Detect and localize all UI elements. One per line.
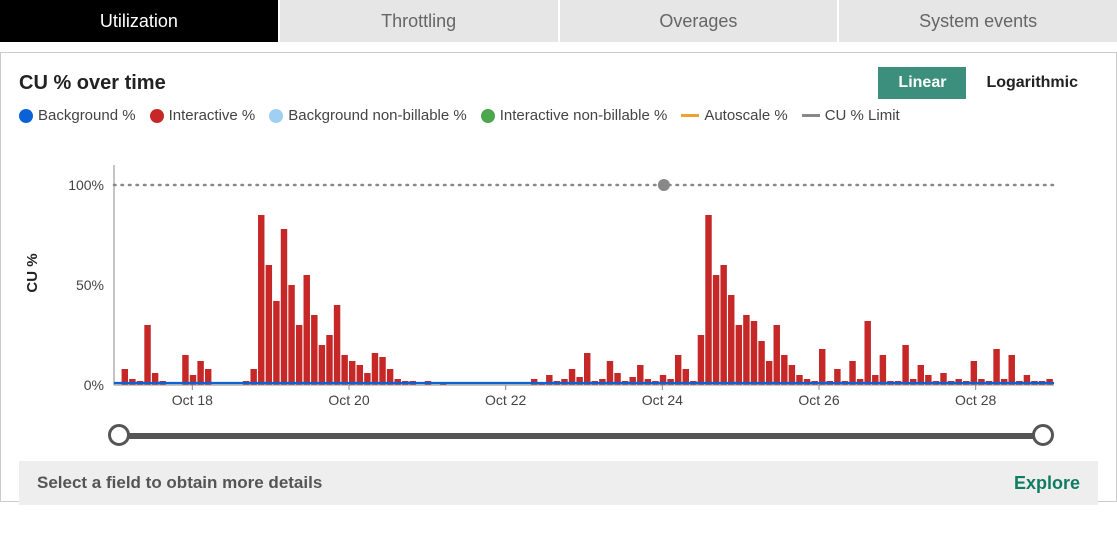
svg-text:Oct 24: Oct 24 bbox=[642, 392, 683, 408]
svg-text:Oct 18: Oct 18 bbox=[172, 392, 213, 408]
legend-swatch-icon bbox=[269, 109, 283, 123]
chart-panel: CU % over time Linear Logarithmic Backgr… bbox=[0, 52, 1117, 502]
svg-text:0%: 0% bbox=[84, 377, 104, 393]
legend-item[interactable]: Background % bbox=[19, 107, 136, 124]
legend-item[interactable]: Background non-billable % bbox=[269, 107, 466, 124]
tab-throttling[interactable]: Throttling bbox=[280, 0, 560, 42]
explore-button[interactable]: Explore bbox=[1014, 473, 1080, 494]
tab-utilization[interactable]: Utilization bbox=[0, 0, 280, 42]
svg-text:Oct 22: Oct 22 bbox=[485, 392, 526, 408]
legend: Background % Interactive % Background no… bbox=[19, 107, 1098, 124]
svg-text:100%: 100% bbox=[68, 177, 104, 193]
legend-item[interactable]: Autoscale % bbox=[681, 107, 787, 124]
legend-item[interactable]: Interactive % bbox=[150, 107, 256, 124]
legend-line-icon bbox=[802, 114, 820, 117]
chart-title: CU % over time bbox=[19, 72, 166, 95]
tab-system-events[interactable]: System events bbox=[839, 0, 1117, 42]
svg-text:50%: 50% bbox=[76, 277, 104, 293]
footer-text: Select a field to obtain more details bbox=[37, 473, 322, 493]
legend-item[interactable]: CU % Limit bbox=[802, 107, 900, 124]
tab-bar: Utilization Throttling Overages System e… bbox=[0, 0, 1117, 42]
svg-text:Oct 28: Oct 28 bbox=[955, 392, 996, 408]
chart-plot-area[interactable]: CU % 0%50%100%Oct 18Oct 20Oct 22Oct 24Oc… bbox=[19, 130, 1098, 415]
detail-footer: Select a field to obtain more details Ex… bbox=[19, 461, 1098, 505]
legend-swatch-icon bbox=[481, 109, 495, 123]
legend-item[interactable]: Interactive non-billable % bbox=[481, 107, 668, 124]
slider-handle-right[interactable] bbox=[1032, 424, 1054, 446]
legend-swatch-icon bbox=[19, 109, 33, 123]
tab-overages[interactable]: Overages bbox=[560, 0, 840, 42]
legend-swatch-icon bbox=[150, 109, 164, 123]
chart-svg: 0% 50% 100% Oct 18 Oct 20 Oct 22 Oct 24 Oct 26 O… bbox=[19, 130, 1079, 415]
slider-handle-left[interactable] bbox=[108, 424, 130, 446]
svg-text:Oct 26: Oct 26 bbox=[798, 392, 839, 408]
slider-track-line bbox=[119, 433, 1043, 439]
scale-linear-button[interactable]: Linear bbox=[878, 67, 966, 99]
legend-line-icon bbox=[681, 114, 699, 117]
time-range-slider[interactable] bbox=[119, 421, 1043, 451]
svg-text:Oct 20: Oct 20 bbox=[328, 392, 369, 408]
scale-log-button[interactable]: Logarithmic bbox=[966, 67, 1098, 99]
scale-toggle: Linear Logarithmic bbox=[878, 67, 1098, 99]
